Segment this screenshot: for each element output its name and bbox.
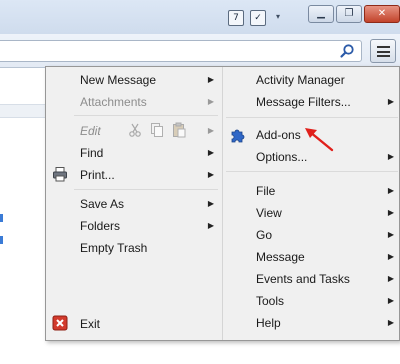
submenu-arrow-icon: ▶: [387, 208, 394, 217]
content-header-strip: [0, 104, 46, 118]
calendar-icon[interactable]: 7: [228, 10, 244, 26]
submenu-arrow-icon: ▶: [387, 97, 394, 106]
submenu-arrow-icon: ▶: [387, 230, 394, 239]
app-menu: New Message ▶ Attachments ▶ Edit ▶ Find …: [45, 66, 400, 341]
menu-item-label: Tools: [256, 294, 285, 308]
menu-item-label: Options...: [256, 150, 308, 164]
menu-item-find[interactable]: Find ▶: [80, 142, 218, 164]
menu-item-label: Empty Trash: [80, 241, 148, 255]
content-link-marker: [0, 214, 3, 222]
menu-item-print[interactable]: Print... ▶: [80, 164, 218, 186]
chevron-down-icon[interactable]: ▾: [276, 12, 280, 21]
tasks-icon[interactable]: ✓: [250, 10, 266, 26]
menu-item-label: Save As: [80, 197, 125, 211]
title-bar: 7 ✓ ▾ ▁ ❐ ✕: [0, 0, 400, 34]
menu-item-label: Add-ons: [256, 128, 301, 142]
annotation-arrow-icon: [305, 128, 334, 152]
menu-item-label: View: [256, 206, 282, 220]
submenu-arrow-icon: ▶: [387, 274, 394, 283]
menu-item-label: Exit: [80, 317, 101, 331]
submenu-arrow-icon: ▶: [207, 75, 214, 84]
submenu-arrow-icon: ▶: [207, 97, 214, 106]
minimize-button[interactable]: ▁: [308, 5, 334, 23]
menu-item-label: Attachments: [80, 95, 147, 109]
submenu-arrow-icon: ▶: [387, 296, 394, 305]
submenu-arrow-icon: ▶: [207, 126, 214, 135]
menu-item-label: Activity Manager: [256, 73, 345, 87]
menu-item-tools[interactable]: Tools ▶: [256, 290, 396, 312]
menu-item-label: Events and Tasks: [256, 272, 350, 286]
menu-item-label: Edit: [80, 124, 101, 138]
menu-item-label: Message Filters...: [256, 95, 351, 109]
menu-item-save-as[interactable]: Save As ▶: [80, 193, 218, 215]
menu-item-label: Message: [256, 250, 305, 264]
hamburger-menu-icon[interactable]: [370, 39, 396, 63]
cut-icon[interactable]: [128, 122, 142, 138]
menu-item-label: File: [256, 184, 276, 198]
menu-item-edit[interactable]: Edit ▶: [80, 120, 218, 142]
toolbar: [0, 34, 400, 68]
menu-item-events-and-tasks[interactable]: Events and Tasks ▶: [256, 268, 396, 290]
menu-separator: [226, 171, 398, 172]
menu-item-label: New Message: [80, 73, 157, 87]
menu-item-empty-trash[interactable]: Empty Trash: [80, 237, 218, 259]
content-link-marker: [0, 236, 3, 244]
menu-item-attachments[interactable]: Attachments ▶: [80, 91, 218, 113]
menu-item-exit[interactable]: Exit: [80, 313, 218, 335]
menu-item-view[interactable]: View ▶: [256, 202, 396, 224]
copy-icon[interactable]: [150, 122, 164, 138]
watermark-logo: [226, 330, 398, 360]
printer-icon: [53, 167, 67, 182]
menu-item-folders[interactable]: Folders ▶: [80, 215, 218, 237]
menu-separator: [74, 189, 218, 190]
menu-separator: [226, 117, 398, 118]
menu-item-new-message[interactable]: New Message ▶: [80, 69, 218, 91]
menu-item-message[interactable]: Message ▶: [256, 246, 396, 268]
menu-item-label: Print...: [80, 168, 115, 182]
menu-item-go[interactable]: Go ▶: [256, 224, 396, 246]
menu-item-message-filters[interactable]: Message Filters... ▶: [256, 91, 396, 113]
submenu-arrow-icon: ▶: [387, 186, 394, 195]
maximize-button[interactable]: ❐: [336, 5, 362, 23]
search-input[interactable]: [0, 40, 362, 62]
submenu-arrow-icon: ▶: [387, 252, 394, 261]
submenu-arrow-icon: ▶: [387, 152, 394, 161]
puzzle-icon: [231, 129, 245, 143]
menu-item-activity-manager[interactable]: Activity Manager: [256, 69, 396, 91]
menu-item-label: Go: [256, 228, 273, 242]
menu-item-label: Find: [80, 146, 104, 160]
exit-icon: [52, 315, 68, 331]
submenu-arrow-icon: ▶: [207, 199, 214, 208]
paste-icon[interactable]: [172, 122, 186, 138]
menu-separator: [74, 115, 218, 116]
search-icon[interactable]: [339, 43, 355, 59]
submenu-arrow-icon: ▶: [207, 221, 214, 230]
menu-item-file[interactable]: File ▶: [256, 180, 396, 202]
submenu-arrow-icon: ▶: [207, 148, 214, 157]
menu-item-label: Folders: [80, 219, 121, 233]
close-button[interactable]: ✕: [364, 5, 400, 23]
submenu-arrow-icon: ▶: [207, 170, 214, 179]
